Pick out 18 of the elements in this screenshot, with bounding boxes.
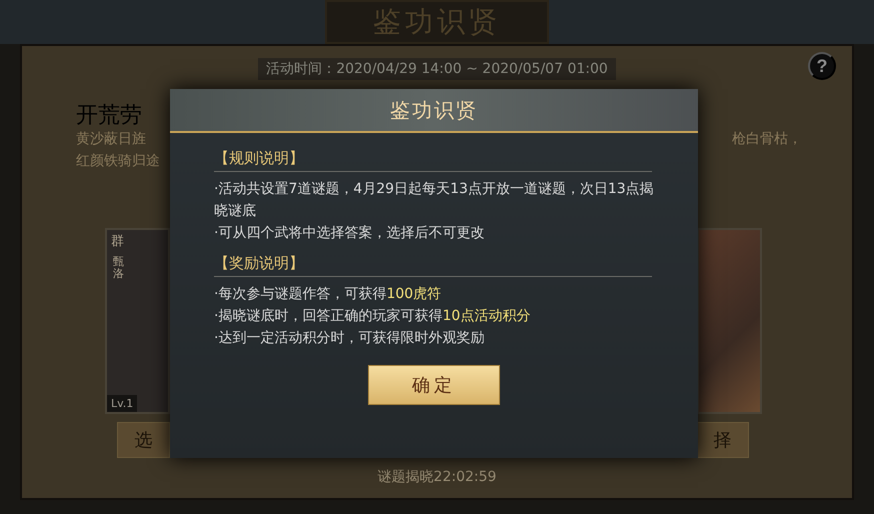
faction-label: 群 [110, 233, 125, 251]
level-label: Lv.1 [107, 395, 138, 412]
dialog-title: 鉴功识贤 [170, 89, 698, 133]
hero-name: 甄洛 [112, 256, 125, 280]
rule-text: ·每次参与谜题作答，可获得100虎符 [214, 285, 442, 304]
event-heading: 开荒劳 [76, 102, 142, 130]
section-heading: 【规则说明】 [214, 149, 652, 172]
story-text: 黄沙蔽日旌 [76, 130, 146, 148]
event-time: 活动时间：2020/04/29 14:00 ~ 2020/05/07 01:00 [258, 58, 616, 80]
story-text: 枪白骨枯， [732, 130, 802, 148]
story-text: 红颜铁骑归途 [76, 152, 160, 170]
confirm-button[interactable]: 确定 [368, 365, 500, 405]
rule-text: ·活动共设置7道谜题，4月29日起每天13点开放一道谜题，次日13点揭晓谜底 [214, 180, 655, 221]
rule-text: ·揭晓谜底时，回答正确的玩家可获得10点活动积分 [214, 307, 532, 326]
rule-text: ·达到一定活动积分时，可获得限时外观奖励 [214, 329, 486, 348]
section-heading: 【奖励说明】 [214, 254, 652, 277]
rule-text: ·可从四个武将中选择答案，选择后不可更改 [214, 224, 486, 243]
countdown-text: 谜题揭晓22:02:59 [378, 468, 496, 486]
